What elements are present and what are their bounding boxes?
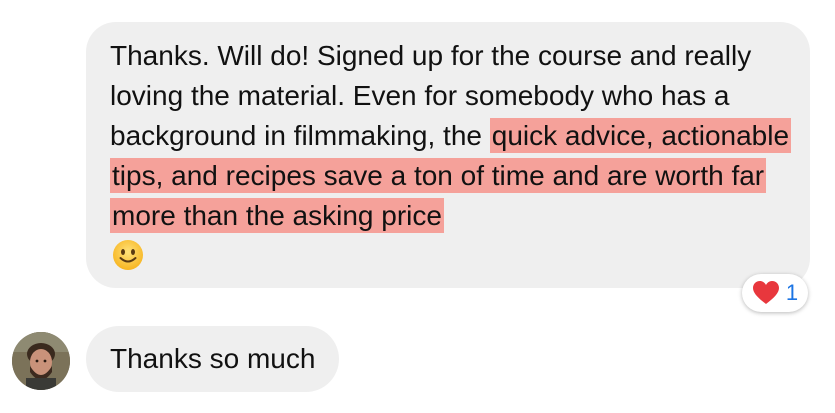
chat-thread: Thanks. Will do! Signed up for the cours… xyxy=(0,0,835,413)
avatar-image xyxy=(12,332,70,390)
reaction-count: 1 xyxy=(785,280,799,305)
reply-bubble[interactable]: Thanks so much xyxy=(86,326,340,392)
message-bubble[interactable]: Thanks. Will do! Signed up for the cours… xyxy=(86,22,810,288)
avatar[interactable] xyxy=(12,332,70,390)
reaction-badge[interactable]: 1 xyxy=(742,274,808,312)
smiling-face-emoji-icon xyxy=(113,240,143,270)
message-text: Thanks. Will do! Signed up for the cours… xyxy=(110,36,800,236)
reply-text: Thanks so much xyxy=(110,343,316,374)
heart-icon xyxy=(752,281,779,304)
